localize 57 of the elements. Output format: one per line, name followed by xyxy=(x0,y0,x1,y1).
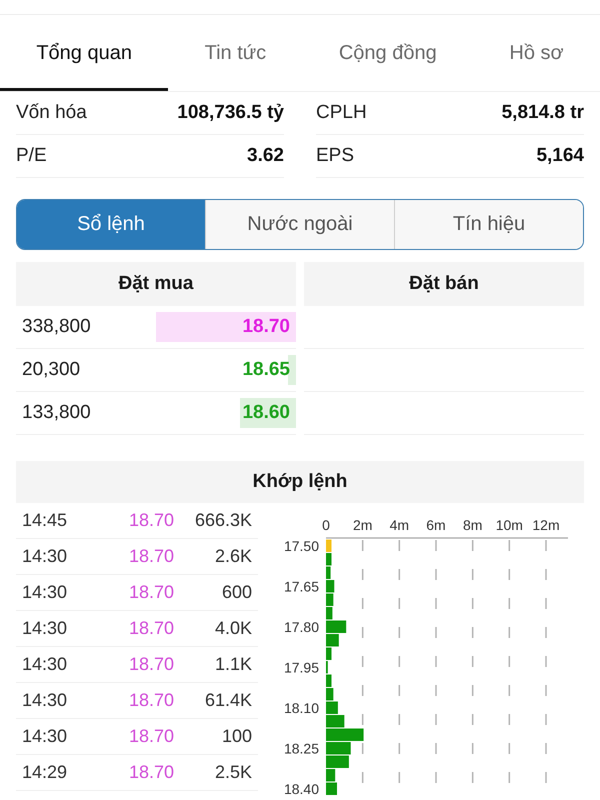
trade-time: 14:30 xyxy=(22,618,68,639)
trade-volume: 1.1K xyxy=(214,654,252,675)
trade-volume: 2.5K xyxy=(214,762,252,783)
volume-text: 20,300 xyxy=(22,359,80,381)
trade-volume: 100 xyxy=(220,726,252,747)
price-text: 18.65 xyxy=(242,359,290,381)
price-text: 18.70 xyxy=(242,316,290,338)
stat-label: CPLH xyxy=(316,102,367,124)
trade-volume: 61.4K xyxy=(204,690,252,711)
volume-text: 133,800 xyxy=(22,402,91,424)
axis-tick-label: 2m xyxy=(352,517,372,533)
stat-value: 5,164 xyxy=(536,145,584,167)
trade-time: 14:30 xyxy=(22,726,68,747)
trade-volume: 2.6K xyxy=(214,546,252,567)
axis-tick-label: 4m xyxy=(390,517,410,533)
volume-text: 338,800 xyxy=(22,316,91,338)
stat-value: 108,736.5 tỷ xyxy=(177,102,284,124)
axis-tick-label: 10m xyxy=(496,517,523,533)
column-header: Đặt mua xyxy=(16,262,296,306)
trade-price: 18.70 xyxy=(128,654,174,675)
stat-label: P/E xyxy=(16,145,47,167)
stat-label: EPS xyxy=(316,145,354,167)
trade-time: 14:45 xyxy=(22,510,68,531)
trade-price: 18.70 xyxy=(128,690,174,711)
price-label: 18.25 xyxy=(284,740,319,756)
trade-price: 18.70 xyxy=(128,510,174,531)
stat-value: 5,814.8 tr xyxy=(502,102,584,124)
axis-tick-label: 0 xyxy=(322,517,330,533)
section-header: Khớp lệnh xyxy=(16,461,584,503)
trade-volume: 600 xyxy=(220,582,252,603)
stat-label: Vốn hóa xyxy=(16,102,87,124)
segment-tab[interactable]: Tín hiệu xyxy=(394,200,583,249)
price-label: 18.10 xyxy=(284,700,319,716)
axis-tick-label: 8m xyxy=(462,517,482,533)
trade-time: 14:30 xyxy=(22,546,68,567)
trade-price: 18.70 xyxy=(128,726,174,747)
price-label: 18.40 xyxy=(284,780,319,797)
trade-time: 14:30 xyxy=(22,654,68,675)
price-label: 17.50 xyxy=(284,538,319,554)
trade-price: 18.70 xyxy=(128,762,174,783)
price-label: 17.65 xyxy=(284,578,319,594)
trade-time: 14:30 xyxy=(22,690,68,711)
price-label: 17.95 xyxy=(284,659,319,676)
price-text: 18.60 xyxy=(242,402,290,424)
segment-tab[interactable]: Sổ lệnh xyxy=(17,200,205,249)
stat-value: 3.62 xyxy=(247,145,284,167)
price-label: 17.80 xyxy=(284,618,319,635)
trade-time: 14:29 xyxy=(22,762,68,783)
trade-volume: 666.3K xyxy=(194,510,252,531)
trade-volume: 4.0K xyxy=(214,618,252,639)
trade-price: 18.70 xyxy=(128,582,174,603)
trade-price: 18.70 xyxy=(128,618,174,639)
column-header: Đặt bán xyxy=(304,262,584,306)
axis-tick-label: 12m xyxy=(532,517,560,533)
trade-price: 18.70 xyxy=(128,546,174,567)
axis-tick-label: 6m xyxy=(426,517,446,533)
trade-time: 14:30 xyxy=(22,582,68,603)
